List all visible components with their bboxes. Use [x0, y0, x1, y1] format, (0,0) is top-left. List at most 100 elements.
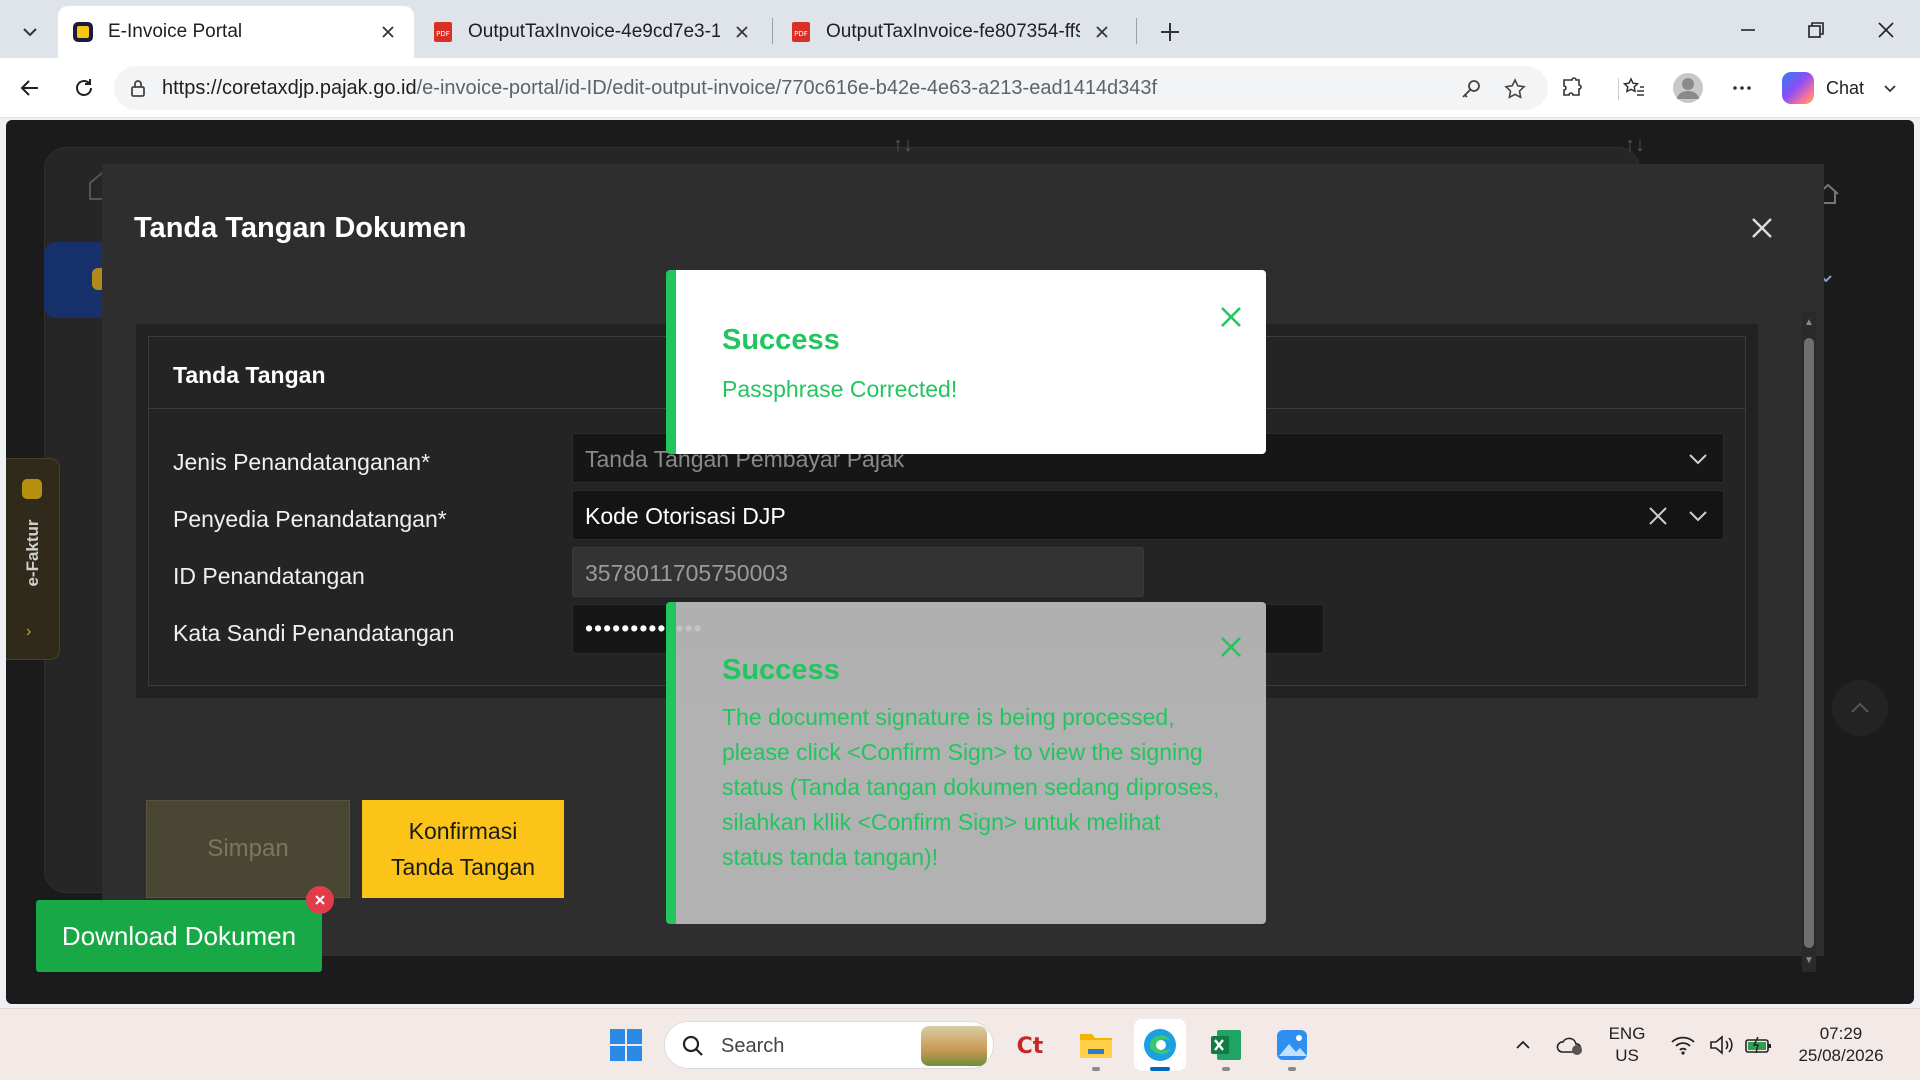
close-tab-icon[interactable]	[376, 20, 400, 44]
scroll-to-top-button[interactable]	[1832, 680, 1888, 736]
show-hidden-icons-button[interactable]	[1508, 1009, 1538, 1080]
chevron-down-icon[interactable]	[1685, 503, 1711, 529]
tab-output-tax-invoice-2[interactable]: PDF OutputTaxInvoice-fe807354-ff9d-4	[776, 6, 1128, 58]
signer-provider-label: Penyedia Penandatangan*	[173, 506, 447, 532]
start-button[interactable]	[600, 1019, 652, 1071]
search-icon	[682, 1035, 703, 1056]
close-window-button[interactable]	[1856, 8, 1916, 52]
browser-tab-bar: E-Invoice Portal PDF OutputTaxInvoice-4e…	[0, 0, 1920, 58]
edge-browser-icon	[1144, 1029, 1176, 1061]
taskbar-app-excel[interactable]	[1200, 1019, 1252, 1071]
pdf-file-icon: PDF	[792, 22, 810, 42]
new-tab-button[interactable]	[1150, 12, 1190, 52]
svg-text:Ct: Ct	[1017, 1034, 1044, 1059]
minimize-icon	[1741, 29, 1755, 31]
extensions-button[interactable]	[1556, 72, 1588, 104]
efaktur-icon	[22, 479, 42, 499]
language-region: US	[1615, 1046, 1639, 1065]
address-bar[interactable]: https://coretaxdjp.pajak.go.id/e-invoice…	[114, 66, 1548, 110]
tab-e-invoice-portal[interactable]: E-Invoice Portal	[58, 6, 414, 58]
clear-selection-icon[interactable]	[1645, 503, 1671, 529]
close-tab-icon[interactable]	[1090, 20, 1114, 44]
taskbar-app-edge[interactable]	[1134, 1019, 1186, 1071]
svg-text:PDF: PDF	[436, 30, 450, 38]
taskbar-app-coretax[interactable]: Ct	[1004, 1019, 1056, 1071]
reload-icon	[76, 79, 92, 96]
taskbar-app-photos[interactable]	[1266, 1019, 1318, 1071]
windows-logo-icon	[610, 1029, 642, 1061]
signer-provider-select[interactable]: Kode Otorisasi DJP	[572, 490, 1724, 540]
close-icon	[1221, 637, 1241, 657]
minimize-window-button[interactable]	[1718, 8, 1778, 52]
signer-id-label: ID Penandatangan	[173, 563, 365, 589]
chat-label: Chat	[1826, 77, 1865, 98]
tab-actions-menu-button[interactable]	[8, 10, 52, 54]
close-icon	[315, 895, 325, 905]
running-indicator	[1288, 1067, 1296, 1071]
url-text[interactable]: https://coretaxdjp.pajak.go.id/e-invoice…	[162, 77, 1157, 100]
confirm-sign-button[interactable]: Konfirmasi Tanda Tangan	[362, 800, 564, 898]
taskbar-app-file-explorer[interactable]	[1070, 1019, 1122, 1071]
favorites-button[interactable]	[1618, 72, 1650, 104]
restore-window-button[interactable]	[1786, 8, 1846, 52]
onedrive-tray-button[interactable]	[1550, 1009, 1590, 1080]
tab-output-tax-invoice-1[interactable]: PDF OutputTaxInvoice-4e9cd7e3-1bf3-	[418, 6, 768, 58]
clock-button[interactable]: 07:29 25/08/2026	[1786, 1009, 1896, 1080]
sort-arrows-icon: ↑↓	[893, 134, 913, 156]
arrow-left-icon	[20, 80, 38, 96]
pdf-file-icon: PDF	[434, 22, 452, 42]
input-language-button[interactable]: ENG US	[1596, 1009, 1658, 1080]
toast-title: Success	[722, 654, 840, 686]
copilot-icon	[1782, 72, 1814, 104]
battery-charging-icon	[1745, 1036, 1771, 1054]
running-indicator	[1150, 1067, 1170, 1071]
search-highlight-image	[921, 1026, 987, 1066]
running-indicator	[1222, 1067, 1230, 1071]
tab-title: OutputTaxInvoice-fe807354-ff9d-4	[826, 21, 1080, 42]
taskbar-search[interactable]: Search	[664, 1021, 994, 1069]
password-key-button[interactable]	[1456, 74, 1486, 104]
running-indicator	[1092, 1067, 1100, 1071]
toast-message: Passphrase Corrected!	[722, 376, 958, 402]
tab-title: E-Invoice Portal	[108, 21, 243, 42]
volume-tray-button[interactable]	[1704, 1009, 1738, 1080]
scroll-down-arrow-icon[interactable]: ▼	[1803, 954, 1815, 966]
chevron-right-icon: ›	[26, 623, 32, 640]
modal-close-button[interactable]	[1744, 210, 1780, 246]
copilot-chat-button[interactable]: Chat	[1774, 66, 1910, 110]
chevron-down-icon[interactable]	[1685, 446, 1711, 472]
coretax-app-icon: Ct	[1017, 1034, 1044, 1059]
download-document-button[interactable]: Download Dokumen	[36, 900, 322, 972]
network-tray-button[interactable]	[1666, 1009, 1700, 1080]
scrollbar-thumb[interactable]	[1804, 338, 1814, 948]
reload-button[interactable]	[64, 68, 104, 108]
dismiss-download-button[interactable]	[306, 886, 334, 914]
toast-close-button[interactable]	[1216, 302, 1246, 332]
language-code: ENG	[1608, 1024, 1646, 1043]
success-toast-signature: Success The document signature is being …	[666, 602, 1266, 924]
excel-icon	[1211, 1030, 1241, 1060]
battery-tray-button[interactable]	[1742, 1009, 1776, 1080]
wifi-icon	[1671, 1036, 1695, 1055]
modal-scrollbar[interactable]: ▲ ▼	[1802, 312, 1816, 972]
toast-close-button[interactable]	[1216, 632, 1246, 662]
tab-title: OutputTaxInvoice-4e9cd7e3-1bf3-	[468, 21, 720, 42]
confirm-sign-label-line1: Konfirmasi	[408, 818, 518, 844]
speaker-icon	[1710, 1035, 1733, 1055]
profile-button[interactable]	[1672, 72, 1704, 104]
more-menu-button[interactable]	[1726, 72, 1758, 104]
save-button[interactable]: Simpan	[146, 800, 350, 898]
lock-icon[interactable]	[128, 78, 148, 98]
back-button[interactable]	[10, 68, 50, 108]
close-icon	[1221, 307, 1241, 327]
tab-separator	[1136, 18, 1137, 44]
scroll-up-arrow-icon[interactable]: ▲	[1803, 316, 1815, 328]
cloud-sync-icon	[1556, 1037, 1582, 1055]
favorite-star-button[interactable]	[1500, 74, 1530, 104]
section-title: Tanda Tangan	[173, 362, 326, 388]
close-tab-icon[interactable]	[730, 20, 754, 44]
efaktur-side-tab[interactable]: e-Faktur ›	[6, 458, 60, 660]
signer-id-field: 3578011705750003	[572, 547, 1144, 597]
toast-message: The document signature is being processe…	[722, 704, 1220, 870]
more-dots-icon	[1733, 86, 1751, 90]
